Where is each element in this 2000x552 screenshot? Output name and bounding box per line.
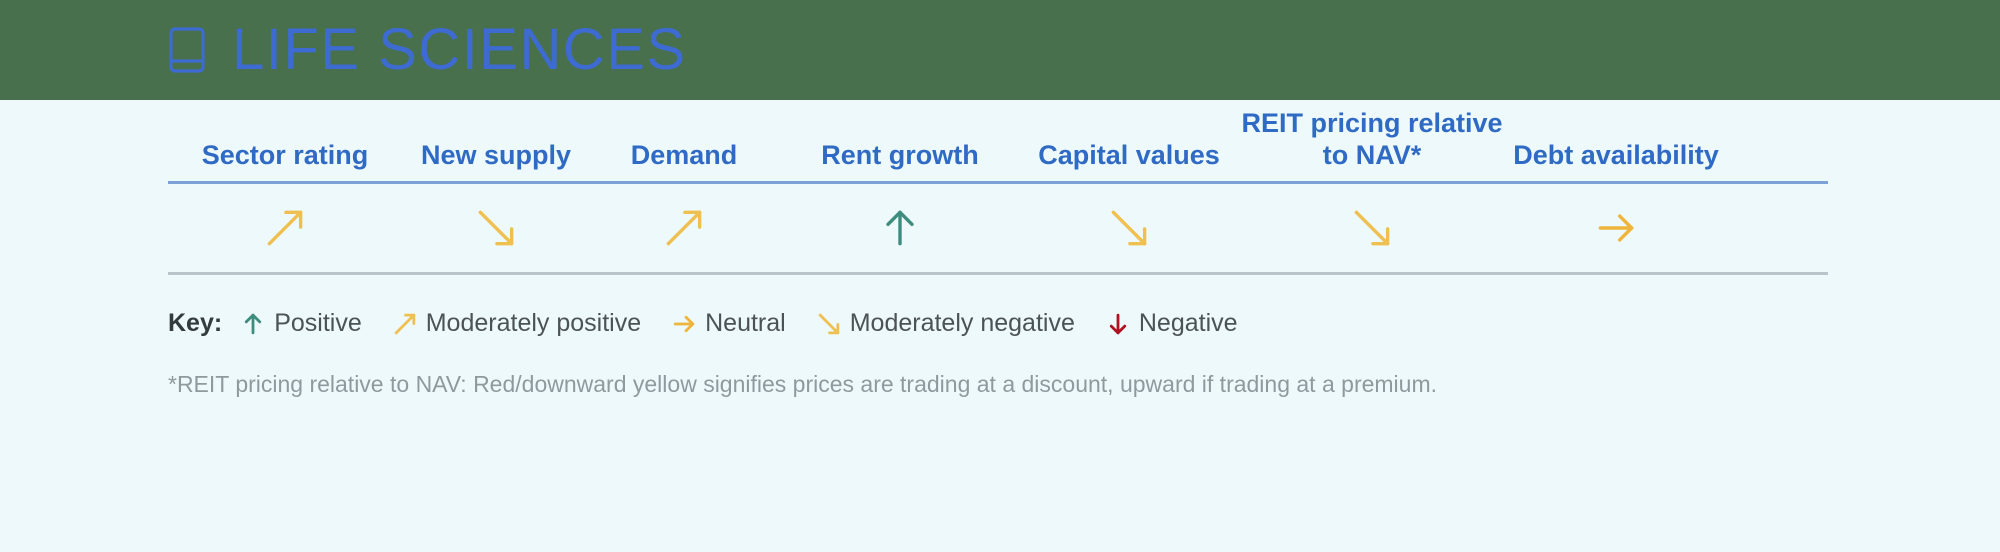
column-header-demand: Demand	[630, 139, 738, 170]
header-inner: LIFE SCIENCES	[168, 21, 687, 79]
matrix-rating-row	[168, 184, 1828, 275]
legend-item-negative: Negative	[1103, 309, 1238, 338]
rating-arrow-reit-pricing	[1236, 205, 1508, 251]
arrow-down-right-icon	[814, 311, 844, 337]
arrow-up-right-icon	[390, 311, 420, 337]
legend-item-label: Neutral	[705, 309, 786, 337]
matrix-header-row: Sector rating New supply Demand Rent gro…	[168, 100, 1828, 184]
legend-item-neutral: Neutral	[669, 309, 786, 338]
footnote: *REIT pricing relative to NAV: Red/downw…	[168, 371, 1437, 397]
page-title: LIFE SCIENCES	[232, 17, 687, 82]
column-header-new-supply: New supply	[420, 139, 572, 170]
page-body: Sector rating New supply Demand Rent gro…	[0, 100, 2000, 552]
legend-item-moderately-positive: Moderately positive	[390, 309, 641, 338]
legend-item-label: Moderately negative	[849, 309, 1075, 337]
rating-arrow-new-supply	[402, 205, 590, 251]
page-header: LIFE SCIENCES	[0, 0, 2000, 100]
legend-item-label: Moderately positive	[425, 309, 642, 337]
sector-matrix: Sector rating New supply Demand Rent gro…	[168, 100, 1828, 400]
arrow-up-icon	[238, 311, 268, 337]
legend-label: Key:	[168, 309, 223, 337]
legend-item-positive: Positive	[238, 309, 362, 338]
rating-arrow-debt-availability	[1508, 205, 1724, 251]
legend-item-label: Positive	[274, 309, 362, 337]
legend-item-label: Negative	[1138, 309, 1238, 337]
arrow-down-icon	[1103, 311, 1133, 337]
column-header-capital-values: Capital values	[1038, 139, 1220, 170]
column-header-rent-growth: Rent growth	[821, 139, 979, 170]
rating-arrow-capital-values	[1022, 205, 1236, 251]
arrow-right-icon	[669, 311, 699, 337]
column-header-reit-pricing: REIT pricing relative to NAV*	[1241, 108, 1503, 170]
rating-arrow-rent-growth	[778, 205, 1022, 251]
rating-arrow-demand	[590, 205, 778, 251]
book-icon	[168, 26, 206, 74]
legend: Key: Positive Moderately positive Neutra…	[168, 309, 1828, 338]
column-header-debt-availability: Debt availability	[1513, 139, 1719, 170]
legend-item-moderately-negative: Moderately negative	[814, 309, 1075, 338]
column-header-sector-rating: Sector rating	[201, 139, 369, 170]
rating-arrow-sector-rating	[168, 205, 402, 251]
